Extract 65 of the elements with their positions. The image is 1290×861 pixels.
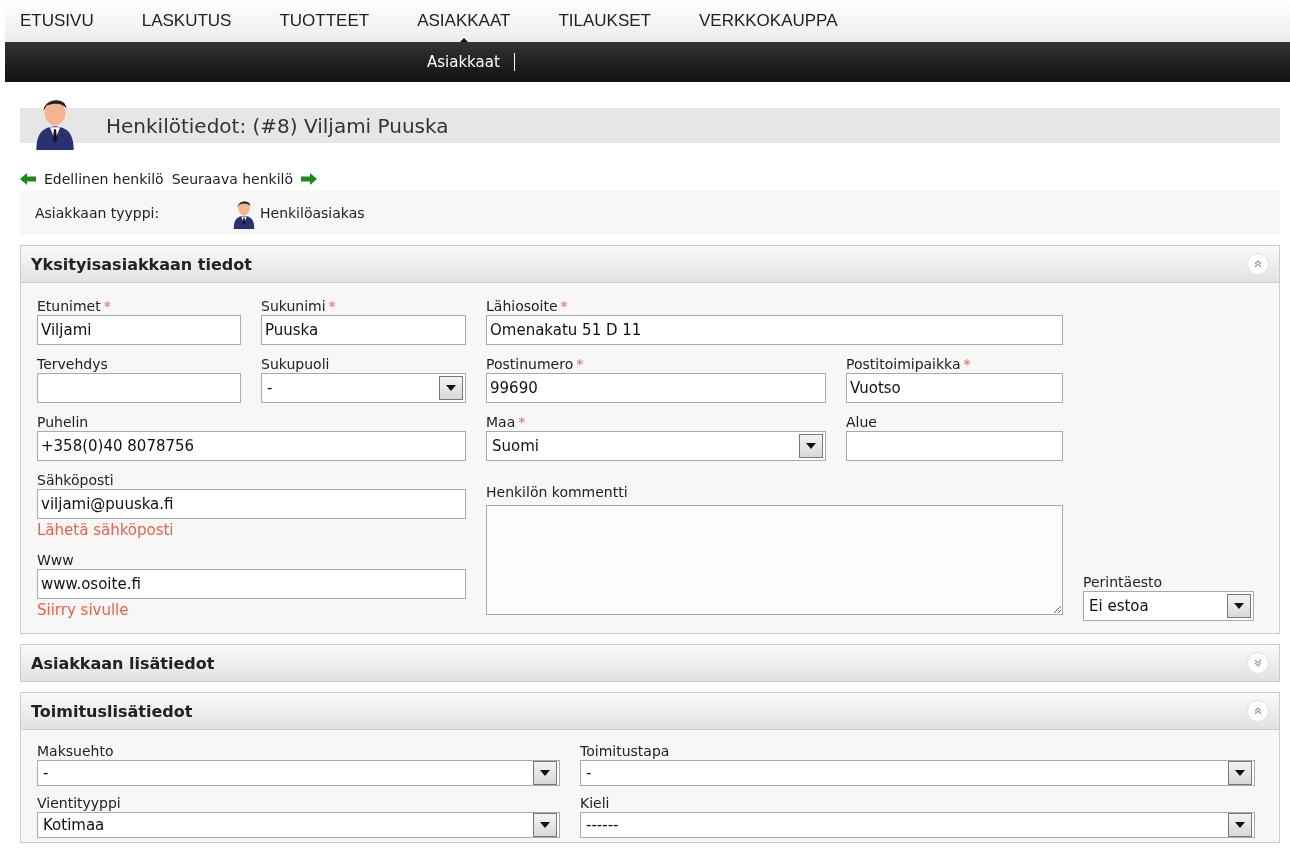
dropdown-arrow-icon bbox=[446, 385, 456, 391]
text-field[interactable]: 99690 bbox=[486, 373, 826, 403]
field-label: Sukunimi * bbox=[261, 297, 336, 315]
field-label: Asiakkaan tyyppi: bbox=[35, 205, 161, 221]
field-label: Sukupuoli bbox=[261, 355, 330, 373]
field-label: Perintäesto bbox=[1083, 573, 1163, 591]
nav-tab[interactable]: ETUSIVU bbox=[20, 0, 94, 42]
field-label: Lähiosoite * bbox=[486, 297, 568, 315]
dropdown[interactable]: - bbox=[261, 373, 466, 403]
text-field[interactable]: Omenakatu 51 D 11 bbox=[486, 315, 1063, 345]
text-field[interactable]: Viljami bbox=[37, 315, 241, 345]
toggle-button[interactable] bbox=[1247, 700, 1269, 722]
field-label: Postinumero * bbox=[486, 355, 584, 373]
field-label: Henkilön kommentti bbox=[486, 483, 628, 501]
dropdown[interactable]: Suomi bbox=[486, 431, 826, 461]
text-field[interactable]: Vuotso bbox=[846, 373, 1063, 403]
subnav-item[interactable]: Asiakkaat bbox=[427, 53, 515, 71]
customer-type-value: Henkilöasiakas bbox=[260, 205, 365, 221]
text-field[interactable]: www.osoite.fi bbox=[37, 569, 466, 599]
next-link[interactable]: Seuraava henkilö bbox=[171, 171, 294, 187]
field-label: Alue bbox=[846, 413, 877, 431]
chevron-icon bbox=[1254, 706, 1262, 716]
field-label: Etunimet * bbox=[37, 297, 111, 315]
chevron-icon bbox=[1254, 259, 1262, 269]
right-arrow-icon[interactable] bbox=[301, 173, 318, 185]
dropdown[interactable]: Ei estoa bbox=[1083, 591, 1254, 621]
text-field[interactable]: viljami@puuska.fi bbox=[37, 489, 466, 519]
section-title: Toimituslisätiedot bbox=[31, 701, 193, 721]
field-label: Tervehdys bbox=[37, 355, 108, 373]
text-field[interactable]: Puuska bbox=[261, 315, 466, 345]
previous-link[interactable]: Edellinen henkilö bbox=[44, 171, 164, 187]
dropdown-arrow-icon bbox=[806, 443, 816, 449]
field-label: Toimitustapa bbox=[580, 742, 670, 760]
toggle-button[interactable] bbox=[1247, 253, 1269, 275]
field-label: Puhelin bbox=[37, 413, 89, 431]
nav-tab[interactable]: TUOTTEET bbox=[279, 0, 370, 42]
left-arrow-icon[interactable] bbox=[20, 173, 36, 185]
comment-field[interactable] bbox=[486, 505, 1063, 615]
text-field[interactable] bbox=[37, 373, 241, 403]
dropdown-arrow-icon bbox=[1235, 822, 1245, 828]
toggle-button[interactable] bbox=[1247, 652, 1269, 674]
field-label: Postitoimipaikka * bbox=[846, 355, 971, 373]
field-label: Sähköposti bbox=[37, 471, 114, 489]
field-label: Maksuehto bbox=[37, 742, 114, 760]
chevron-icon bbox=[1254, 658, 1262, 668]
dropdown[interactable]: Kotimaa bbox=[37, 812, 560, 838]
section-title: Yksityisasiakkaan tiedot bbox=[31, 254, 252, 274]
field-label: Www bbox=[37, 551, 74, 569]
text-field[interactable]: +358(0)40 8078756 bbox=[37, 431, 466, 461]
nav-tab[interactable]: VERKKOKAUPPA bbox=[698, 0, 838, 42]
nav-tab[interactable]: TILAUKSET bbox=[558, 0, 651, 42]
dropdown-arrow-icon bbox=[540, 770, 550, 776]
page-title: Henkilötiedot: (#8) Viljami Puuska bbox=[106, 113, 449, 138]
dropdown-arrow-icon bbox=[1235, 770, 1245, 776]
text-field[interactable] bbox=[846, 431, 1063, 461]
field-label: Vientityyppi bbox=[37, 794, 121, 812]
section-title: Asiakkaan lisätiedot bbox=[31, 653, 215, 673]
dropdown-arrow-icon bbox=[1234, 603, 1244, 609]
dropdown[interactable]: ------ bbox=[580, 812, 1255, 838]
field-label: Kieli bbox=[580, 794, 610, 812]
dropdown[interactable]: - bbox=[37, 760, 560, 786]
field-label: Maa * bbox=[486, 413, 526, 431]
dropdown[interactable]: - bbox=[580, 760, 1255, 786]
dropdown-arrow-icon bbox=[540, 822, 550, 828]
nav-tab[interactable]: LASKUTUS bbox=[141, 0, 232, 42]
